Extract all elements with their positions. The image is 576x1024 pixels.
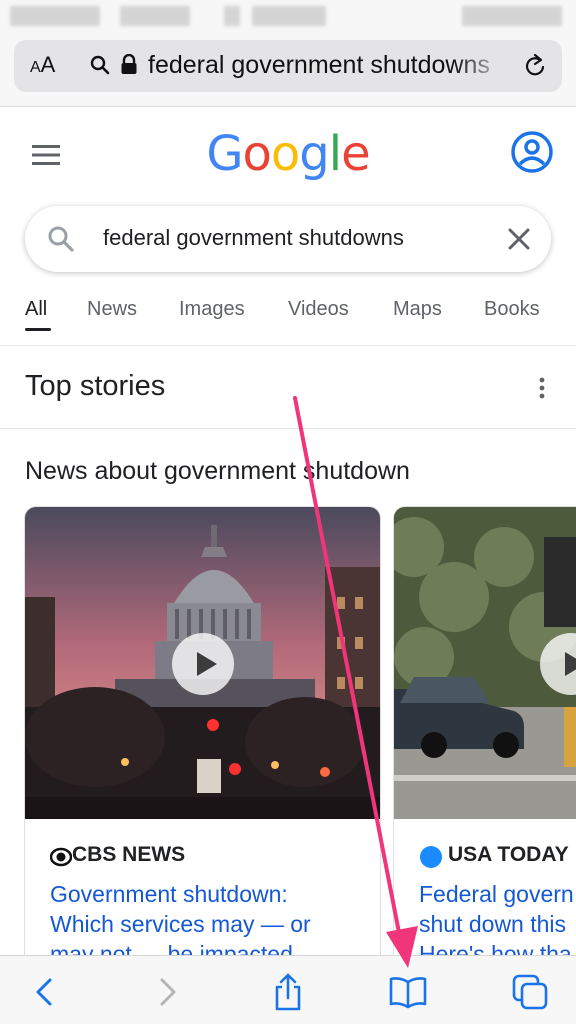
blurred-time <box>10 6 100 26</box>
logo-letter: o <box>242 126 272 182</box>
search-icon <box>90 55 110 75</box>
search-box[interactable]: federal government shutdowns <box>25 206 551 272</box>
logo-letter: o <box>270 126 300 182</box>
tab-maps[interactable]: Maps <box>393 298 442 321</box>
status-bar <box>0 0 576 34</box>
back-icon[interactable] <box>24 972 64 1012</box>
forward-icon[interactable] <box>148 972 188 1012</box>
news-subheading: News about government shutdown <box>25 457 410 485</box>
more-options-icon[interactable] <box>536 376 548 400</box>
search-tabs: All News Images Videos Maps Books <box>0 292 576 346</box>
logo-letter: G <box>206 126 243 182</box>
headline-line[interactable]: Federal govern <box>419 879 574 909</box>
headline-line[interactable]: Government shutdown: <box>50 879 311 909</box>
blurred-status <box>252 6 326 26</box>
browser-chrome: AA federal government shutdowns <box>0 34 576 107</box>
tabs-icon[interactable] <box>510 972 550 1012</box>
play-button[interactable] <box>172 633 234 695</box>
tab-images[interactable]: Images <box>179 298 245 321</box>
publisher-name: CBS NEWS <box>72 843 186 866</box>
active-tab-indicator <box>25 328 51 331</box>
section-title: Top stories <box>25 370 166 402</box>
blurred-status <box>224 6 240 26</box>
tab-all[interactable]: All <box>25 298 47 321</box>
logo-letter: l <box>328 126 342 182</box>
headline-line[interactable]: shut down this <box>419 909 574 939</box>
logo-letter: e <box>341 126 371 182</box>
url-text[interactable]: federal government shutdowns <box>148 51 508 80</box>
blurred-status <box>120 6 190 26</box>
bookmarks-icon[interactable] <box>388 972 428 1012</box>
reload-icon[interactable] <box>522 52 548 80</box>
news-card[interactable]: CBS NEWS Government shutdown: Which serv… <box>24 506 381 976</box>
usa-today-logo-icon <box>420 846 442 868</box>
account-icon[interactable] <box>510 130 554 174</box>
text-size-button[interactable]: AA <box>30 52 55 78</box>
tab-videos[interactable]: Videos <box>288 298 349 321</box>
headline-line[interactable]: Which services may — or <box>50 909 311 939</box>
road-thumbnail[interactable] <box>394 507 576 819</box>
google-logo[interactable]: Google <box>0 126 576 182</box>
search-icon <box>48 226 74 252</box>
search-input[interactable]: federal government shutdowns <box>103 225 404 251</box>
address-bar[interactable]: AA federal government shutdowns <box>14 40 562 92</box>
capitol-thumbnail[interactable] <box>25 507 380 819</box>
blurred-battery <box>462 6 562 26</box>
cbs-eye-logo-icon <box>50 847 72 867</box>
news-card[interactable]: USA TODAY Federal govern shut down this … <box>393 506 576 976</box>
share-icon[interactable] <box>268 972 308 1012</box>
divider <box>0 428 576 429</box>
tab-books[interactable]: Books <box>484 298 540 321</box>
clear-search-icon[interactable] <box>505 225 533 253</box>
logo-letter: g <box>299 126 329 182</box>
publisher-name: USA TODAY <box>448 843 569 866</box>
tab-news[interactable]: News <box>87 298 137 321</box>
lock-icon <box>121 54 137 74</box>
browser-toolbar <box>0 955 576 1024</box>
